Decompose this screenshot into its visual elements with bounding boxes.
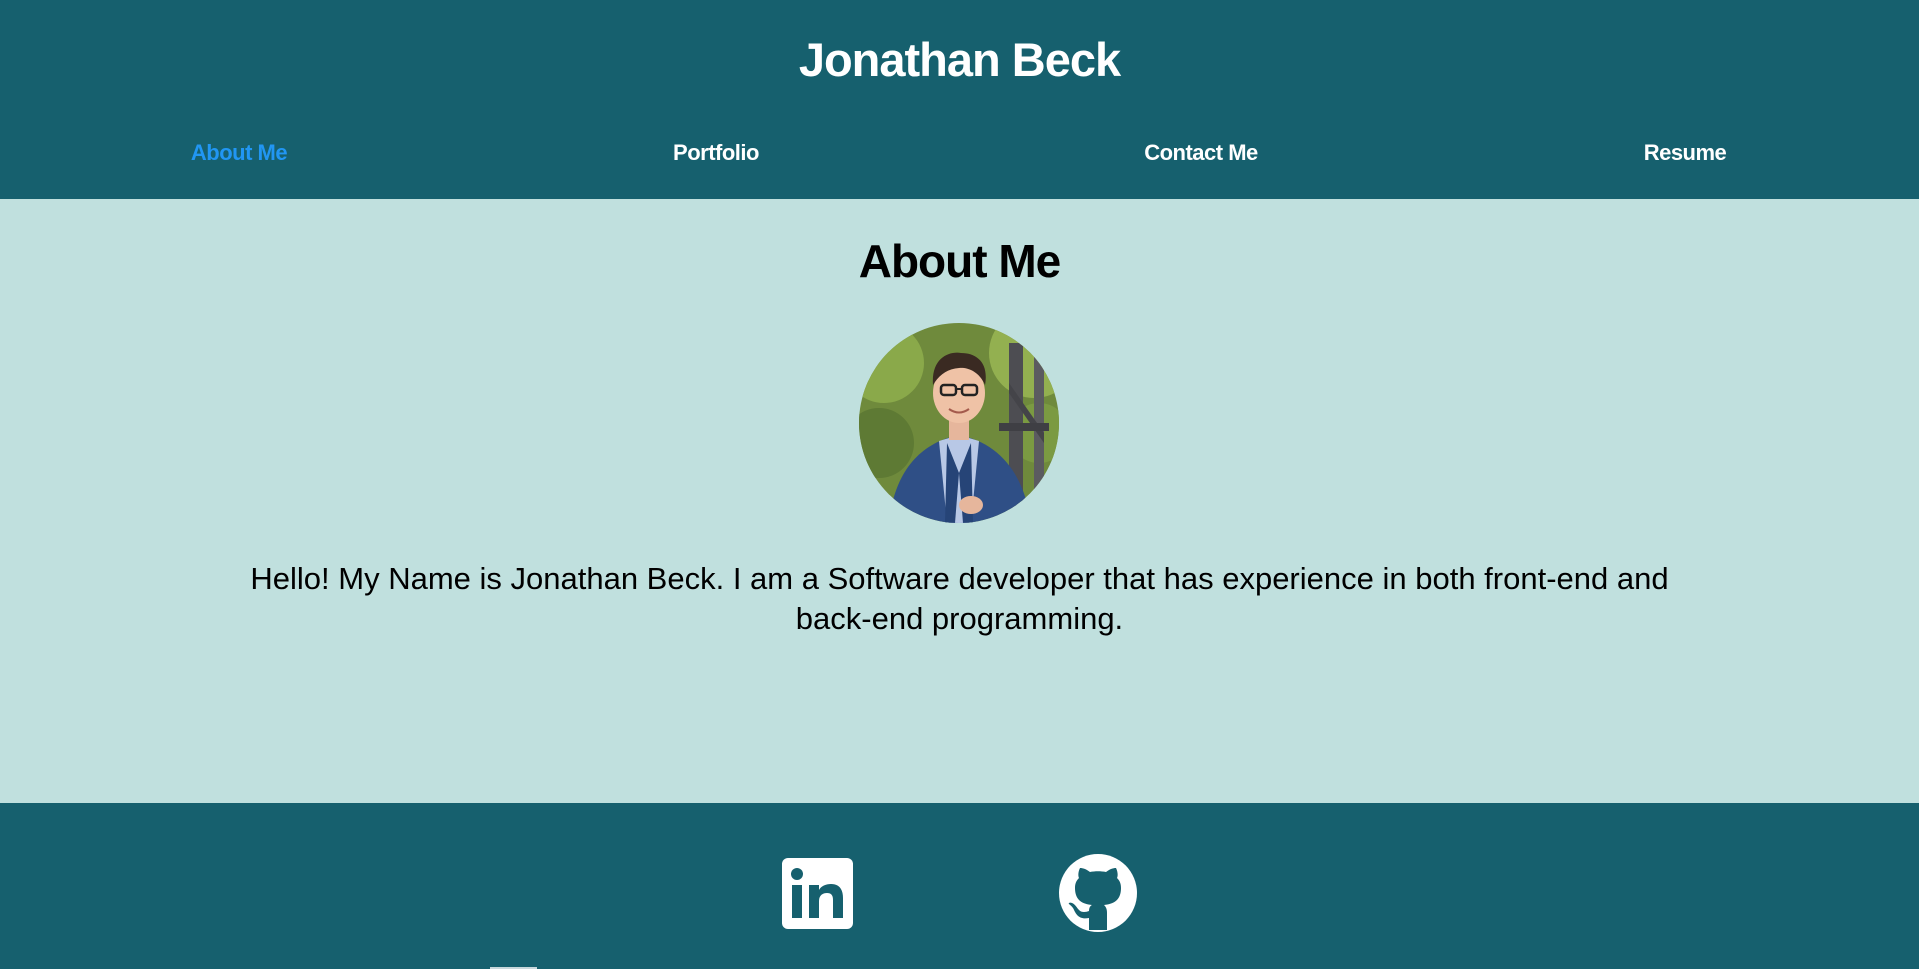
github-link[interactable] bbox=[1059, 854, 1137, 932]
section-title: About Me bbox=[858, 235, 1062, 287]
site-footer bbox=[0, 803, 1919, 969]
main-nav: About Me Portfolio Contact Me Resume bbox=[0, 140, 1919, 176]
site-header: Jonathan Beck About Me Portfolio Contact… bbox=[0, 0, 1919, 199]
linkedin-link[interactable] bbox=[782, 858, 853, 929]
profile-photo-image bbox=[859, 323, 1059, 523]
about-section: About Me Hello! My Name is Jonathan Beck… bbox=[0, 199, 1919, 803]
linkedin-icon bbox=[782, 858, 853, 929]
github-icon bbox=[1059, 854, 1137, 932]
nav-about-me[interactable]: About Me bbox=[191, 140, 288, 166]
profile-photo bbox=[859, 323, 1059, 523]
site-title: Jonathan Beck bbox=[798, 33, 1121, 86]
nav-resume[interactable]: Resume bbox=[1644, 140, 1727, 166]
nav-contact-me[interactable]: Contact Me bbox=[1144, 140, 1258, 166]
nav-portfolio[interactable]: Portfolio bbox=[673, 140, 759, 166]
bio-text: Hello! My Name is Jonathan Beck. I am a … bbox=[250, 561, 1669, 636]
